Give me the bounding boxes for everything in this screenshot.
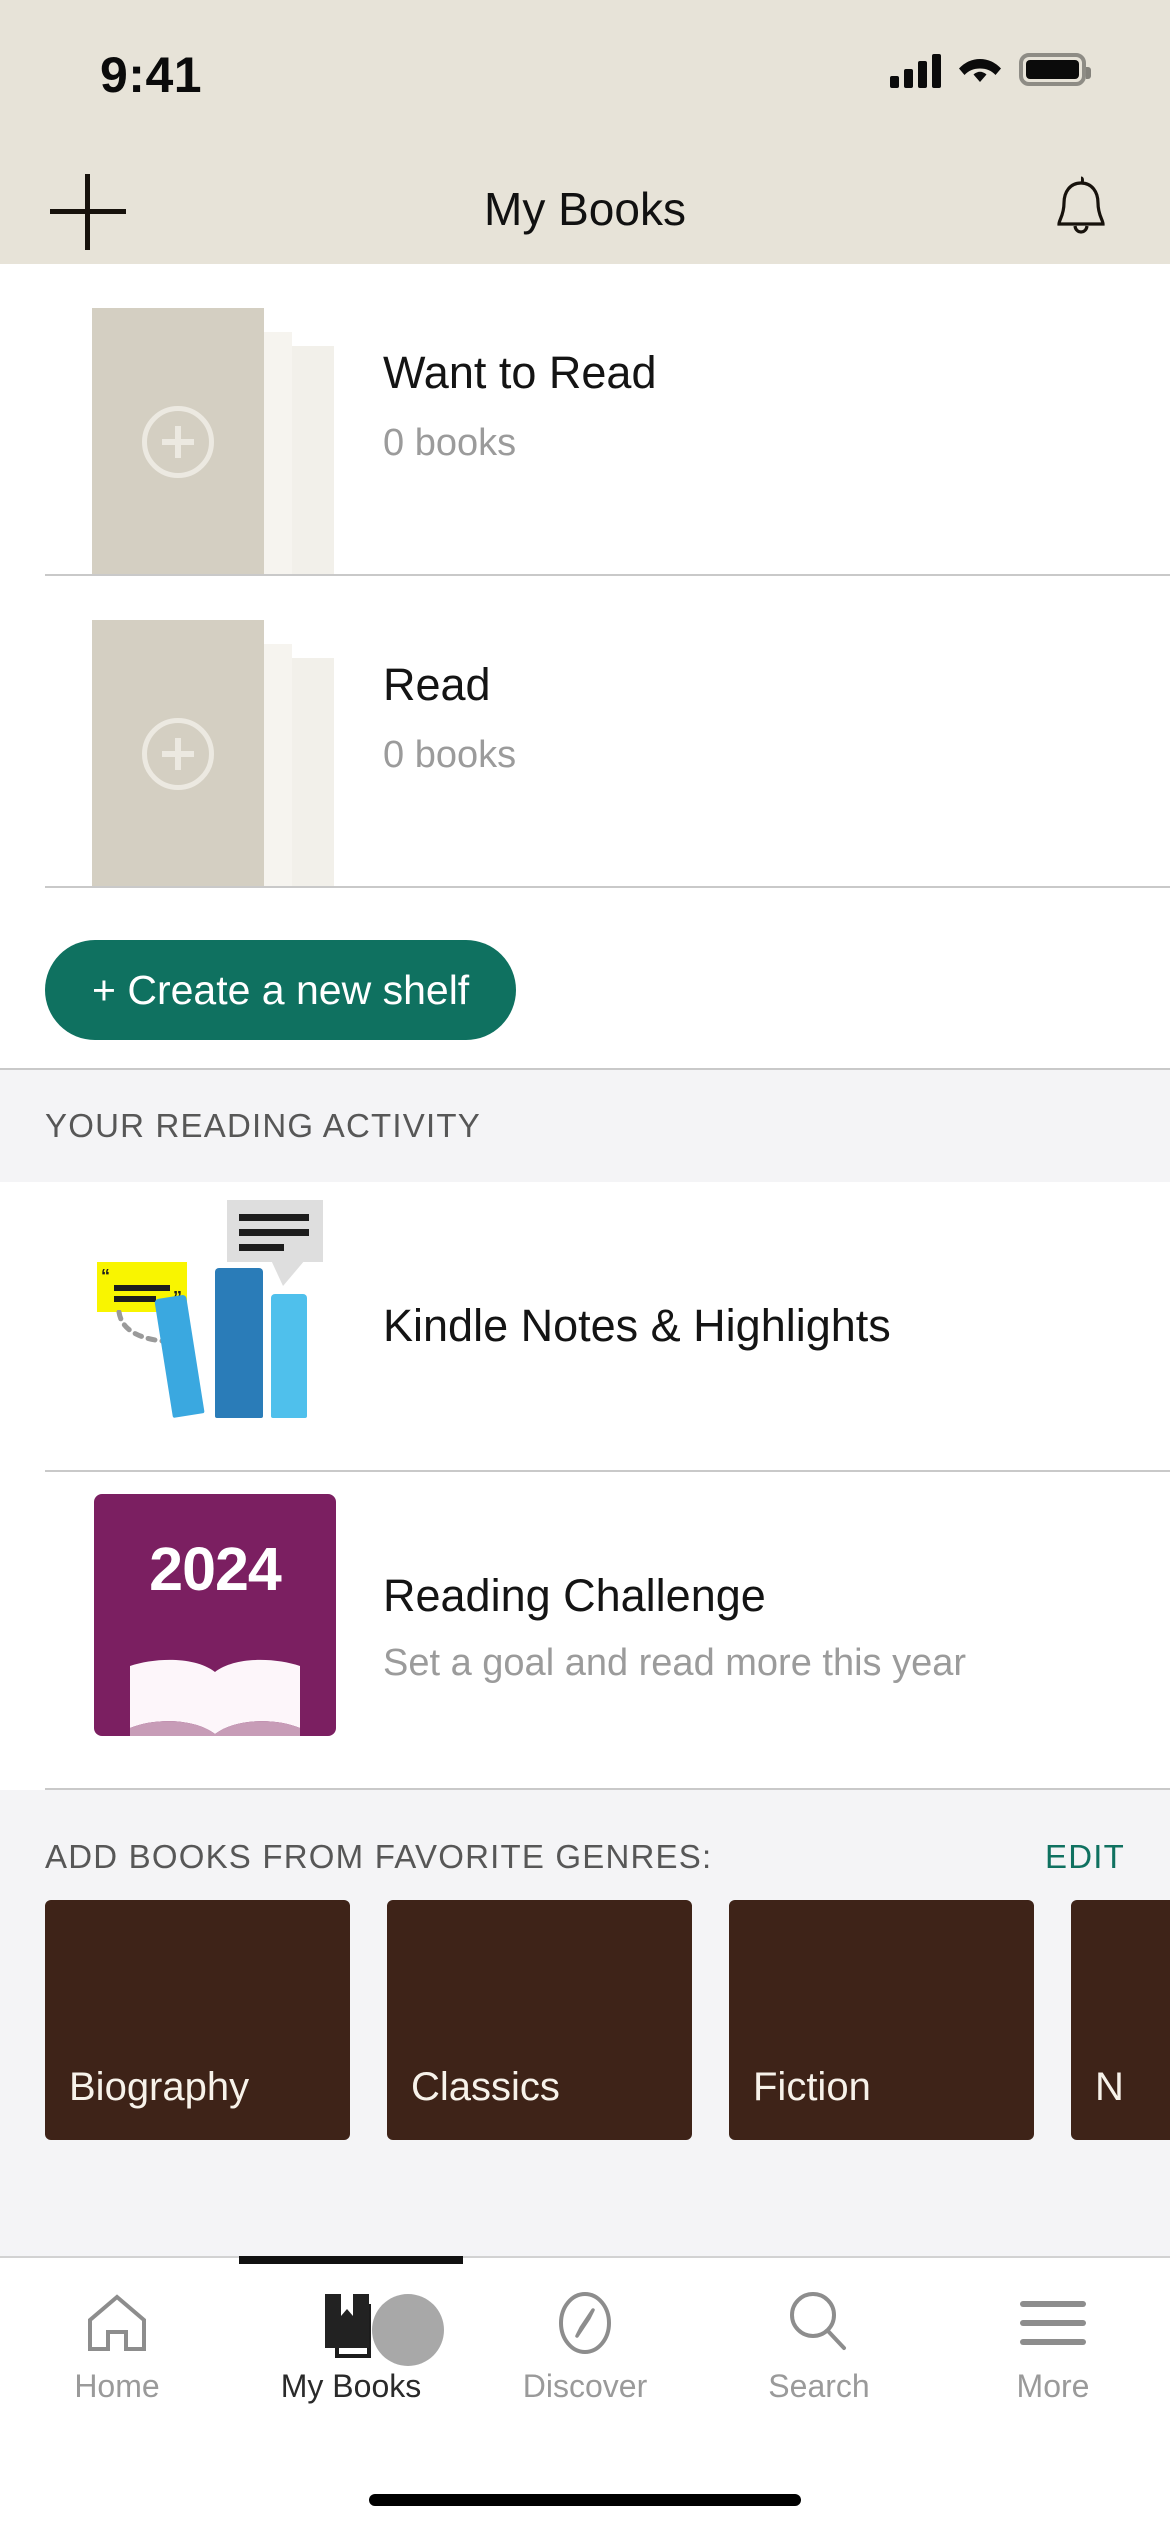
add-book-circle-plus-icon <box>142 406 214 478</box>
activity-subtitle: Set a goal and read more this year <box>383 1642 967 1684</box>
reading-activity-section-header: YOUR READING ACTIVITY <box>0 1070 1170 1182</box>
activity-title: Kindle Notes & Highlights <box>383 1300 891 1351</box>
genres-carousel[interactable]: Biography Classics Fiction N <box>45 1900 1170 2140</box>
tab-label: My Books <box>280 2368 422 2404</box>
shelf-book-count: 0 books <box>383 421 517 464</box>
shelf-name: Want to Read <box>383 347 657 398</box>
shelf-row-read[interactable]: Read 0 books <box>0 576 1170 888</box>
genre-label: N <box>1095 2065 1124 2109</box>
section-title: YOUR READING ACTIVITY <box>45 1107 481 1144</box>
status-bar-time: 9:41 <box>100 47 203 103</box>
reading-challenge-badge: 2024 <box>94 1494 336 1736</box>
wifi-icon <box>957 50 1003 89</box>
cellular-signal-icon <box>890 52 941 88</box>
activity-info: Kindle Notes & Highlights <box>383 1300 891 1352</box>
tab-label: Discover <box>522 2368 648 2404</box>
favorite-genres-section: ADD BOOKS FROM FAVORITE GENRES: EDIT Bio… <box>0 1790 1170 2256</box>
books-stack-illustration <box>154 1258 333 1418</box>
tab-label: More <box>1016 2368 1090 2404</box>
genre-label: Fiction <box>753 2065 871 2109</box>
tab-label: Search <box>768 2368 870 2404</box>
tab-more[interactable]: More <box>936 2258 1170 2436</box>
tab-bar: Home My Books Discover Search More <box>0 2256 1170 2532</box>
compass-icon <box>552 2284 618 2362</box>
activity-title: Reading Challenge <box>383 1570 766 1621</box>
books-icon <box>234 2284 468 2366</box>
create-new-shelf-button[interactable]: + Create a new shelf <box>45 940 517 1040</box>
shelves-list: Want to Read 0 books Read 0 books <box>0 264 1170 888</box>
magnifier-icon <box>784 2284 854 2362</box>
page-title: My Books <box>484 183 686 235</box>
shelf-cover-placeholder <box>92 620 342 888</box>
home-icon <box>84 2284 150 2362</box>
create-shelf-zone: + Create a new shelf <box>0 888 1170 1070</box>
speech-bubble-icon <box>227 1200 323 1286</box>
active-tab-indicator <box>239 2256 463 2264</box>
genre-card[interactable]: Fiction <box>729 1900 1034 2140</box>
genre-label: Classics <box>411 2065 560 2109</box>
genre-card[interactable]: Biography <box>45 1900 350 2140</box>
activity-row-kindle-notes[interactable]: “” Kindle Notes & Highlights <box>0 1182 1170 1472</box>
bell-icon[interactable] <box>1048 174 1114 246</box>
book-cover <box>92 308 264 576</box>
open-book-icon <box>130 1659 300 1736</box>
genre-card[interactable]: N <box>1071 1900 1170 2140</box>
navigation-bar: My Books <box>0 152 1170 264</box>
tab-search[interactable]: Search <box>702 2258 936 2436</box>
tab-discover[interactable]: Discover <box>468 2258 702 2436</box>
challenge-year: 2024 <box>149 1535 282 1603</box>
edit-genres-link[interactable]: EDIT <box>1045 1838 1125 1876</box>
add-book-circle-plus-icon <box>142 718 214 790</box>
genre-card[interactable]: Classics <box>387 1900 692 2140</box>
shelf-row-want-to-read[interactable]: Want to Read 0 books <box>0 264 1170 576</box>
genres-header: ADD BOOKS FROM FAVORITE GENRES: <box>45 1838 713 1875</box>
activity-row-reading-challenge[interactable]: 2024 Reading Challenge Set a goal and re… <box>0 1472 1170 1790</box>
hamburger-menu-icon <box>1020 2284 1086 2362</box>
status-bar-indicators <box>890 50 1091 89</box>
status-bar: 9:41 <box>0 0 1170 152</box>
kindle-notes-illustration: “” <box>85 1200 365 1440</box>
shelf-book-count: 0 books <box>383 733 517 776</box>
tab-my-books[interactable]: My Books <box>234 2256 468 2436</box>
tab-label: Home <box>74 2368 160 2404</box>
shelf-info: Read 0 books <box>383 660 516 777</box>
activity-info: Reading Challenge Set a goal and read mo… <box>383 1570 966 1685</box>
genre-label: Biography <box>69 2065 250 2109</box>
shelf-cover-placeholder <box>92 308 342 576</box>
shelf-name: Read <box>383 659 491 710</box>
home-indicator <box>369 2494 801 2506</box>
battery-icon <box>1019 53 1091 86</box>
book-cover <box>92 620 264 888</box>
shelf-info: Want to Read 0 books <box>383 348 656 465</box>
tab-home[interactable]: Home <box>0 2258 234 2436</box>
app-screen: 9:41 My Books Want to Read 0 books Read … <box>0 0 1170 2532</box>
